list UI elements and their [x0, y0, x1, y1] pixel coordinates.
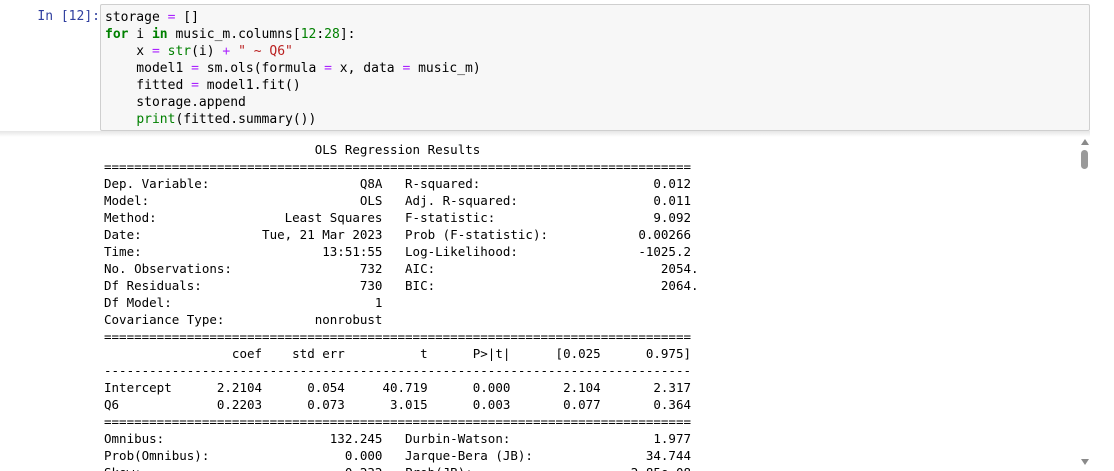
code-line-6: storage.append — [105, 95, 246, 110]
code-line-4: model1 = sm.ols(formula = x, data = musi… — [105, 61, 481, 76]
code-text[interactable]: storage = [] for i in music_m.columns[12… — [105, 9, 481, 128]
code-line-5: fitted = model1.fit() — [105, 78, 301, 93]
code-line-3: x = str(i) + " ~ Q6" — [105, 44, 293, 59]
code-line-1: storage = [] — [105, 10, 199, 25]
scroll-up-arrow-icon[interactable] — [1081, 139, 1089, 145]
code-line-7: print(fitted.summary()) — [136, 112, 317, 127]
scroll-down-arrow-icon[interactable] — [1081, 459, 1089, 465]
ols-summary-output: OLS Regression Results =================… — [104, 142, 699, 471]
code-editor[interactable]: storage = [] for i in music_m.columns[12… — [100, 4, 1090, 131]
input-prompt: In [12]: — [37, 9, 100, 24]
scrollbar-thumb[interactable] — [1081, 150, 1088, 169]
code-line-2: for i in music_m.columns[12:28]: — [105, 27, 356, 42]
code-cell[interactable]: In [12]: storage = [] for i in music_m.c… — [0, 0, 1114, 133]
output-scrollbar[interactable] — [1078, 137, 1092, 471]
output-area[interactable]: OLS Regression Results =================… — [100, 137, 1080, 471]
